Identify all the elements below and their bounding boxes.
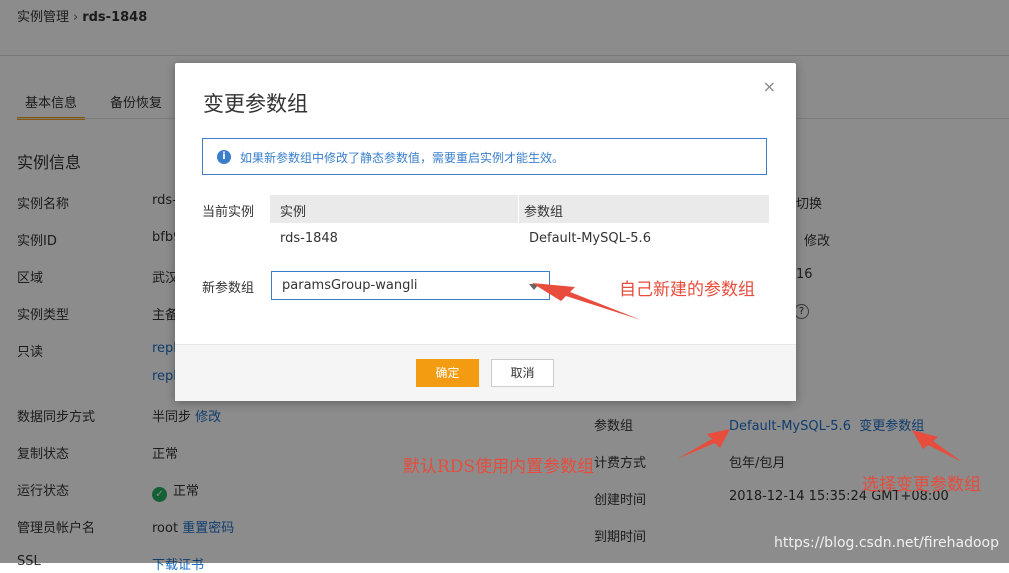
annotation-own-group: 自己新建的参数组 bbox=[619, 280, 755, 300]
arrow-to-param-group bbox=[677, 429, 730, 459]
annotation-arrows bbox=[532, 283, 962, 462]
arrow-to-change-link bbox=[912, 430, 962, 462]
annotation-default-group: 默认RDS使用内置参数组 bbox=[403, 457, 595, 477]
watermark: https://blog.csdn.net/firehadoop bbox=[774, 535, 999, 551]
annotation-change-group: 选择变更参数组 bbox=[862, 475, 981, 495]
